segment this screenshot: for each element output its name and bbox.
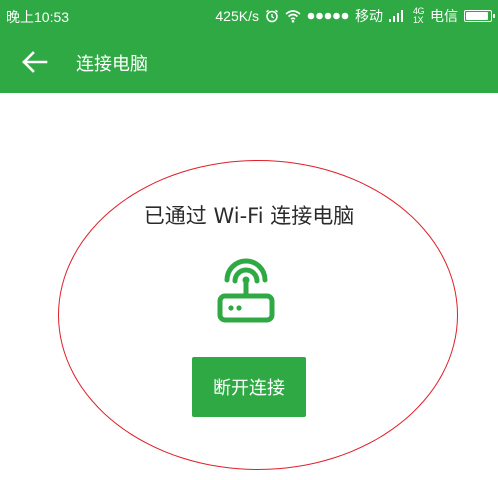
battery-icon [464,10,495,22]
connection-status-text: 已通过 Wi-Fi 连接电脑 [143,204,355,228]
network-speed: 425K/s [215,8,259,24]
app-bar: 连接电脑 [0,30,498,93]
back-button[interactable] [20,48,50,76]
status-bar: 晚上10:53 425K/s 移动 4G 1X 电信 [0,0,498,30]
wifi-icon [285,10,301,23]
network-type-label: 4G 1X [412,6,425,25]
status-time: 晚上10:53 [6,9,70,25]
signal-dots-icon [307,12,349,20]
arrow-left-icon [22,51,48,73]
signal-bars-icon [388,10,403,22]
wifi-router-icon [217,258,275,323]
carrier-1-label: 移动 [354,8,383,24]
disconnect-button[interactable]: 断开连接 [192,357,306,417]
page-title: 连接电脑 [76,54,148,75]
carrier-2-label: 电信 [430,8,458,24]
status-icons: 425K/s 移动 4G 1X 电信 [215,6,495,26]
alarm-clock-icon [266,9,278,23]
